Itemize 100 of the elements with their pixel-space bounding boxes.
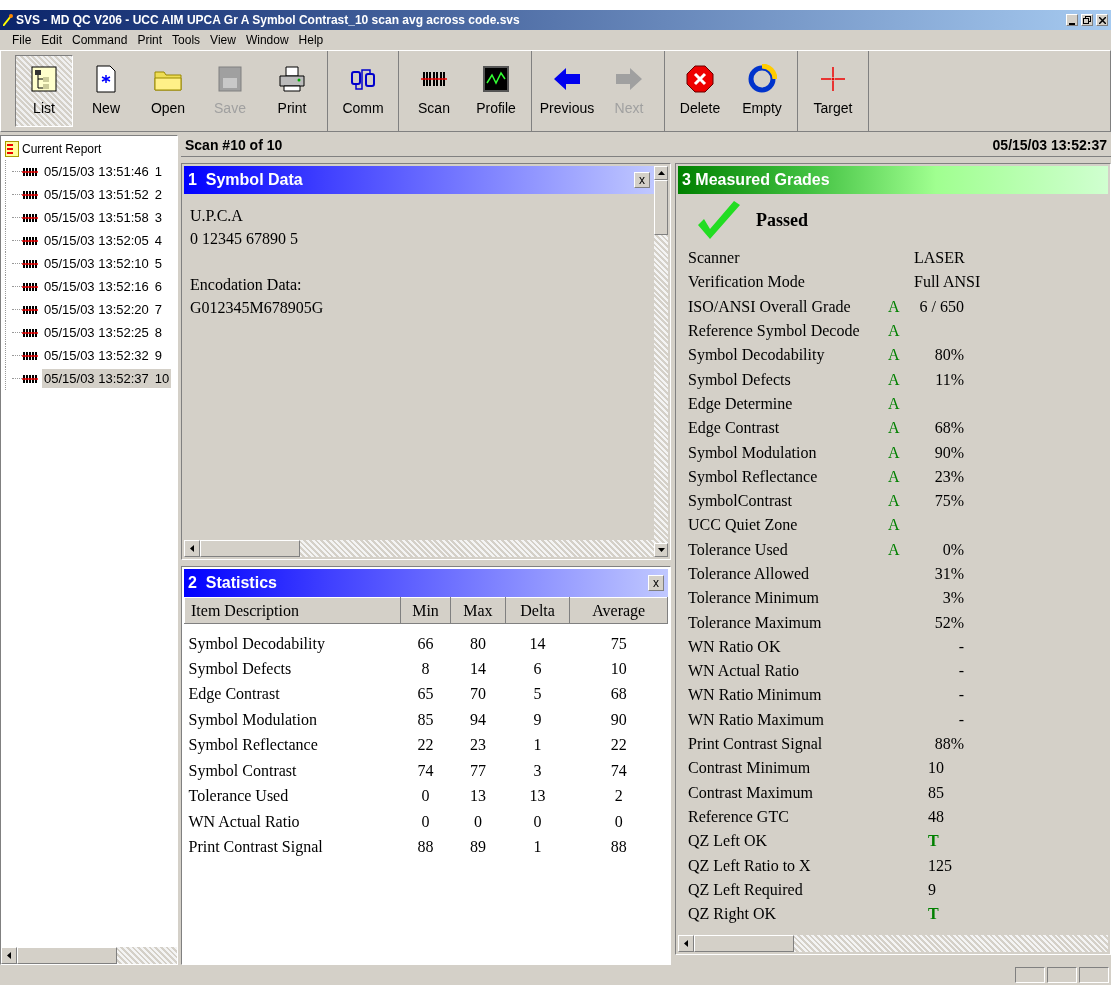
restore-button[interactable] [1081,14,1093,26]
toolbar-button[interactable]: New [77,55,135,127]
barcode-icon [22,304,38,315]
grade-value: 6 / 650 [918,296,964,317]
grade-value: 85 [927,782,944,803]
scroll-thumb[interactable] [654,180,668,235]
grade-value: 75% [933,491,964,512]
grade-letter: A [888,492,900,510]
menu-item[interactable]: View [210,31,236,49]
scroll-up-icon [657,171,665,175]
minimize-button[interactable] [1066,14,1078,26]
table-cell-text: 14 [468,658,487,679]
tree-root-label[interactable]: Current Report [22,140,102,158]
restore-icon [1083,16,1091,24]
toolbar-button[interactable]: Empty [733,55,791,127]
toolbar-button[interactable]: Profile [467,55,525,127]
scan-number: 2 [154,185,163,204]
grade-label: Symbol Modulation [688,442,818,464]
horizontal-scrollbar[interactable] [184,540,654,557]
vertical-scrollbar[interactable] [654,166,668,557]
table-cell-text: 5 [532,684,543,705]
table-cell-text: 70 [468,684,487,705]
menu-item[interactable]: Command [72,31,128,49]
toolbar-button[interactable]: Scan [405,55,463,127]
toolbar-button[interactable]: Open [139,55,197,127]
tree-item[interactable]: 05/15/03 13:52:32 9 [42,345,165,366]
tree-item[interactable]: 05/15/03 13:52:05 4 [42,230,165,251]
scroll-left-icon [190,545,194,552]
grade-label: UCC Quiet Zone [688,515,799,536]
scan-timestamp: 05/15/03 13:52:25 [44,323,149,342]
tree-item[interactable]: 05/15/03 13:52:37 10 [42,368,172,389]
grade-label: Symbol Reflectance [688,466,819,488]
close-button[interactable] [1096,14,1108,26]
grade-letter: A [888,370,900,388]
scan-number: 7 [154,300,163,319]
grade-value: 80% [933,345,964,366]
menu-item[interactable]: Print [137,31,163,49]
scroll-thumb[interactable] [694,935,794,952]
table-cell-text: 22 [416,735,435,756]
grade-value: 68% [933,418,964,439]
tree-item[interactable]: 05/15/03 13:52:20 7 [42,299,165,320]
tree-item[interactable]: 05/15/03 13:51:46 1 [42,161,165,182]
menu-item[interactable]: File [12,31,32,49]
column-header[interactable]: Average [569,597,668,624]
status-pane [1015,967,1045,983]
tree-item[interactable]: 05/15/03 13:52:25 8 [42,322,165,343]
menu-item[interactable]: Tools [172,31,201,49]
status-pane [1079,967,1109,983]
toolbar-button[interactable]: Comm [334,55,392,127]
grade-label: Tolerance Allowed [688,564,811,584]
table-cell-text: Symbol Reflectance [187,735,319,756]
grade-letter: A [888,346,900,364]
menu-item[interactable]: Edit [41,31,63,49]
grade-value: LASER [914,248,965,269]
report-icon [5,141,19,157]
column-header[interactable]: Item Description [184,597,401,624]
grade-label: Symbol Defects [688,369,792,391]
toolbar-button[interactable]: Previous [538,55,596,127]
table-cell-text: 0 [532,811,543,832]
close-button[interactable]: x [648,575,664,591]
menu-item[interactable]: Window [245,31,289,49]
scroll-left-icon [7,952,11,959]
horizontal-scrollbar[interactable] [1,947,177,964]
tree-item[interactable]: 05/15/03 13:51:58 3 [42,207,165,228]
grade-label: WN Ratio Minimum [688,685,823,706]
scroll-thumb[interactable] [17,947,117,964]
table-cell-text: 85 [416,709,435,730]
table-cell-text: 88 [609,837,628,858]
toolbar-button[interactable]: Print [263,55,321,127]
scroll-thumb[interactable] [200,540,300,557]
grade-value: T [927,904,939,925]
column-header[interactable]: Max [450,597,506,624]
status-pane [1047,967,1077,983]
app-icon [3,14,13,26]
toolbar-button[interactable]: Target [804,55,862,127]
recycle-icon [747,63,777,94]
toolbar-button[interactable]: List [15,55,73,127]
grade-value: - [957,636,964,657]
table-cell: Symbol Decodability [184,623,401,656]
tree-item[interactable]: 05/15/03 13:51:52 2 [42,184,165,205]
grade-label: WN Ratio Maximum [688,709,825,730]
column-header[interactable]: Delta [505,597,570,624]
scan-timestamp: 05/15/03 13:52:10 [44,254,149,273]
scan-number: 5 [154,254,163,273]
panel-title: 2 Statistics [188,573,278,593]
scan-timestamp: 05/15/03 13:51:58 [44,208,149,227]
column-header[interactable]: Min [400,597,451,624]
tree-item[interactable]: 05/15/03 13:52:16 6 [42,276,165,297]
menu-item[interactable]: Help [298,31,324,49]
close-button[interactable]: x [634,172,650,188]
table-cell-text: Symbol Defects [187,658,293,680]
table-cell-text: 6 [532,658,543,679]
grade-label: QZ Left OK [688,831,769,852]
tree-item[interactable]: 05/15/03 13:52:10 5 [42,253,165,274]
horizontal-scrollbar[interactable] [678,935,1108,952]
toolbar-button[interactable]: Delete [671,55,729,127]
grade-label: ISO/ANSI Overall Grade [688,296,852,317]
table-cell-text: 90 [609,709,628,730]
grade-letter: A [888,516,900,534]
scan-timestamp: 05/15/03 13:52:16 [44,277,149,296]
